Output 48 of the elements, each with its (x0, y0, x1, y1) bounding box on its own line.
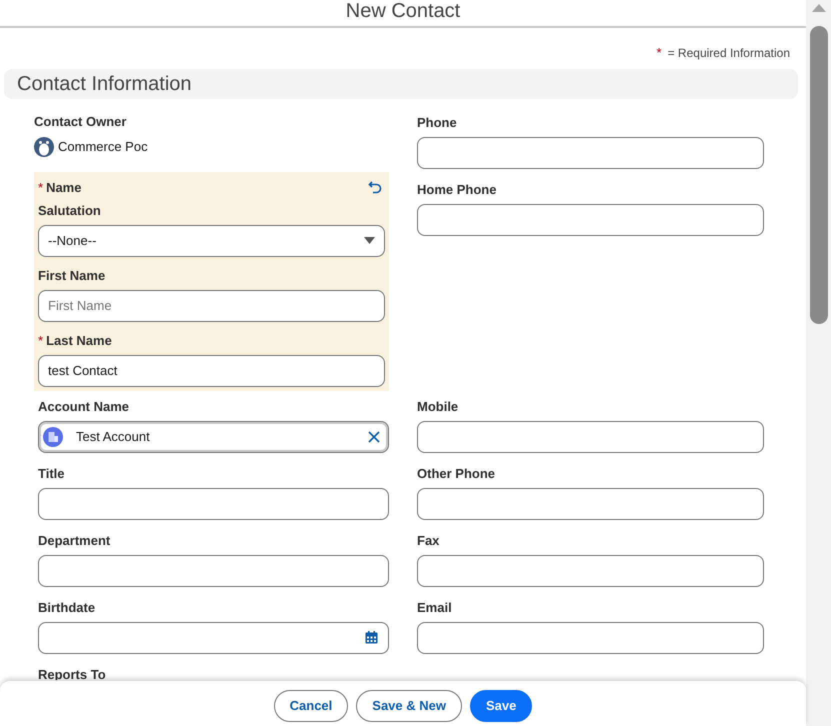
field-label: Email (417, 598, 452, 617)
section-header: Contact Information (4, 68, 798, 98)
field-label: Account Name (38, 398, 130, 416)
field-label: Contact Owner (34, 112, 126, 131)
input-field[interactable] (417, 204, 764, 236)
field-label: Name (46, 178, 82, 197)
modal-title: New Contact (346, 0, 460, 24)
salutation-select[interactable]: --None-- (38, 224, 385, 256)
input-field[interactable] (417, 622, 764, 654)
scrollbar[interactable] (806, 0, 831, 726)
field-label: First Name (38, 266, 106, 285)
account-lookup-field[interactable]: Test Account (38, 420, 389, 452)
field-label: Other Phone (417, 464, 496, 483)
footer-button[interactable]: Save (470, 690, 532, 722)
field-label: Mobile (417, 398, 458, 416)
input-field[interactable] (38, 488, 389, 520)
field-label: Phone (417, 114, 457, 132)
scrollbar-thumb[interactable] (810, 26, 828, 324)
input-field[interactable] (417, 136, 764, 168)
clear-icon[interactable] (368, 430, 380, 442)
building-icon (43, 426, 63, 446)
last-name-input[interactable]: test Contact (38, 354, 385, 386)
undo-icon[interactable] (368, 180, 382, 194)
field-label: Home Phone (417, 180, 496, 199)
field-label: Salutation (38, 202, 101, 220)
dropdown-caret-icon (364, 237, 375, 244)
input-field[interactable] (417, 554, 764, 586)
footer-button[interactable]: Save & New (356, 690, 462, 722)
field-label: Title (38, 464, 64, 483)
field-label: Reports To (38, 666, 106, 684)
calendar-icon (365, 631, 378, 644)
input-field[interactable] (417, 420, 764, 452)
field-label: Department (38, 532, 110, 550)
required-info-note: = Required Information (668, 44, 790, 62)
required-mark: * (38, 178, 44, 197)
input-field[interactable] (38, 554, 389, 586)
required-mark: * (38, 332, 44, 350)
date-field[interactable] (38, 622, 389, 654)
required-mark: * (656, 44, 662, 62)
field-label: Fax (417, 532, 440, 550)
field-label: Last Name (46, 332, 112, 350)
lookup-value: Test Account (76, 428, 151, 446)
footer-button[interactable]: Cancel (274, 690, 348, 722)
owner-name: Commerce Poc (58, 138, 148, 156)
field-label: Birthdate (38, 598, 96, 617)
input-field[interactable] (417, 488, 764, 520)
user-avatar-icon (34, 136, 54, 156)
first-name-input[interactable]: First Name (38, 290, 385, 322)
